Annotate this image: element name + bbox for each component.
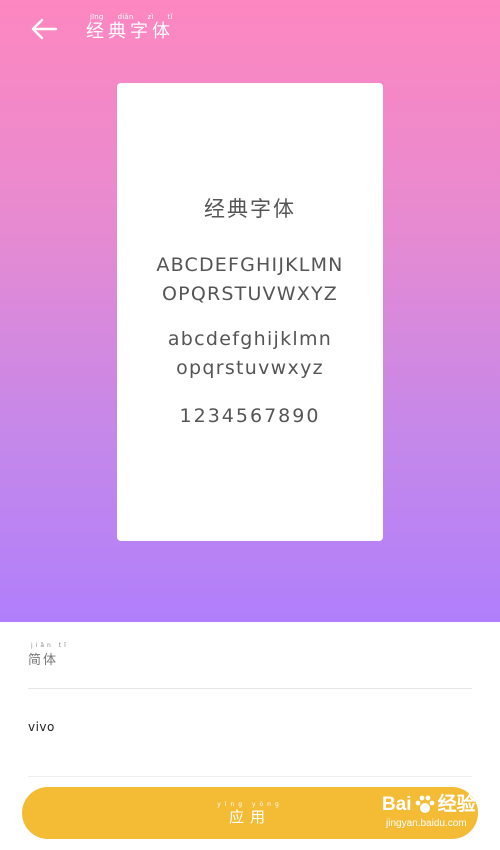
paw-icon: [415, 795, 434, 813]
font-preview-card: 经典字体 ABCDEFGHIJKLMN OPQRSTUVWXYZ abcdefg…: [117, 83, 383, 541]
preview-digits: 1234567890: [179, 405, 321, 427]
arrow-left-icon: [31, 18, 58, 40]
page-title: jīng diǎn zì tǐ 经典字体: [86, 12, 174, 42]
watermark-brand-left: Bai: [382, 794, 412, 815]
baidu-jingyan-watermark: Bai 经验 jingyan.baidu.com: [382, 794, 494, 844]
vivo-label: vivo: [28, 720, 55, 734]
simplified-pinyin: jiǎn tǐ: [31, 642, 69, 649]
watermark-brand-right: 经验: [437, 794, 476, 815]
back-button[interactable]: [26, 12, 62, 46]
apply-button-label: 应用: [228, 808, 271, 826]
preview-uppercase-line2: OPQRSTUVWXYZ: [162, 283, 338, 305]
preview-uppercase: ABCDEFGHIJKLMN OPQRSTUVWXYZ: [117, 251, 383, 309]
page-title-text: 经典字体: [86, 21, 174, 42]
watermark-url: jingyan.baidu.com: [386, 818, 467, 829]
preview-lowercase-line1: abcdefghijklmn: [167, 328, 333, 350]
simplified-label: jiǎn tǐ 简体: [28, 636, 472, 668]
preview-uppercase-line1: ABCDEFGHIJKLMN: [156, 254, 344, 276]
list-item-vivo[interactable]: vivo: [28, 690, 472, 777]
preview-font-name: 经典字体: [204, 197, 296, 221]
watermark-brand: Bai 经验: [382, 794, 494, 816]
preview-lowercase-line2: opqrstuvwxyz: [176, 357, 324, 379]
list-item-simplified[interactable]: jiǎn tǐ 简体: [28, 636, 472, 689]
preview-lowercase: abcdefghijklmn opqrstuvwxyz: [117, 325, 383, 383]
simplified-text: 简体: [28, 653, 59, 668]
